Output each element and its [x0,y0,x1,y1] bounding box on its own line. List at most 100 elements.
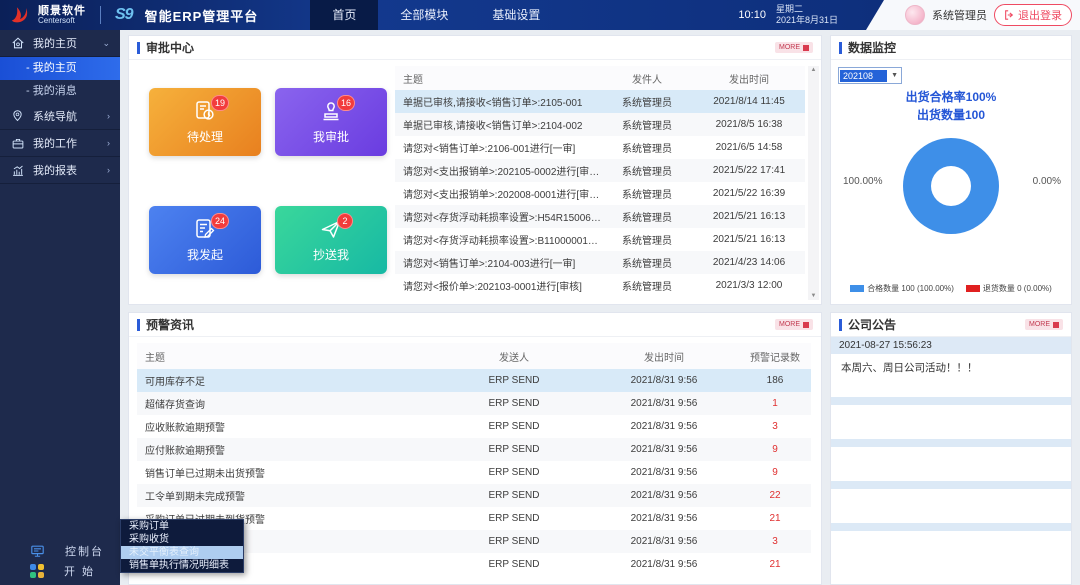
approval-row[interactable]: 请您对<报价单>:202103-0001进行[审核]系统管理员2021/3/3 … [395,274,805,297]
home-icon [10,36,25,51]
top-bar: 系统管理员 退出登录 顺景软件 Centersoft S9 智能ERP管理平台 [0,0,1080,30]
approval-row[interactable]: 请您对<支出报销单>:202105-0002进行[审核]系统管理员2021/5/… [395,159,805,182]
sidebar-item-system-nav[interactable]: 系统导航 › [0,103,120,130]
tab-home[interactable]: 首页 [310,0,378,30]
tile-my-approvals[interactable]: 16 我审批 [275,88,387,156]
more-button[interactable]: MORE [1025,319,1063,330]
tile-pending[interactable]: 19 待处理 [149,88,261,156]
bar-chart-icon [10,163,25,178]
accent-bar [839,319,842,331]
chevron-right-icon: › [107,111,110,121]
location-pin-icon [10,109,25,124]
weekday: 星期二 [776,4,803,14]
column-header: 发出时间 [589,349,739,364]
sidebar-subitem-my-messages[interactable]: - 我的消息 [0,80,120,103]
divider [100,6,101,24]
legend-swatch-blue [850,285,864,292]
legend-swatch-red [966,285,980,292]
chart-legend: 合格数量 100 (100.00%) 退货数量 0 (0.00%) [831,283,1071,294]
approval-tiles: 19 待处理 16 我审批 24 [129,60,391,304]
logout-icon [1004,10,1014,20]
panel-title: 公司公告 [848,316,896,333]
console-button[interactable]: 控制台 [0,541,120,561]
brand-name: 顺景软件 [38,5,86,17]
column-header: 发送人 [439,349,589,364]
empty-entry-strip [831,481,1071,489]
warning-row[interactable]: 超储存货查询ERP SEND2021/8/31 9:561 [137,392,811,415]
top-nav: 首页 全部模块 基础设置 [310,0,562,30]
approval-row[interactable]: 单据已审核,请接收<销售订单>:2105-001系统管理员2021/8/14 1… [395,90,805,113]
approval-row[interactable]: 请您对<支出报销单>:202008-0001进行[审核]系统管理员2021/5/… [395,182,805,205]
empty-entry-strip [831,523,1071,531]
warning-row[interactable]: 可用库存不足ERP SEND2021/8/31 9:56186 [137,369,811,392]
table-scrollbar[interactable]: ▲▼ [808,66,819,300]
warning-row[interactable]: 销售订单已过期未出货预警ERP SEND2021/8/31 9:569 [137,461,811,484]
warning-row[interactable]: 应付账款逾期预警ERP SEND2021/8/31 9:569 [137,438,811,461]
column-header: 发件人 [601,71,693,86]
sidebar-item-my-reports[interactable]: 我的报表 › [0,157,120,184]
chevron-right-icon: › [107,138,110,148]
approval-row[interactable]: 请您对<销售订单>:2106-001进行[一审]系统管理员2021/6/5 14… [395,136,805,159]
donut-hole [931,166,971,206]
tile-label: 我发起 [187,246,223,263]
column-header: 发出时间 [693,71,805,86]
period-select[interactable]: 202108 ▼ [838,67,902,84]
logo-flame-icon [8,4,32,26]
warning-row[interactable]: 工令单到期未完成预警ERP SEND2021/8/31 9:5622 [137,484,811,507]
tile-cc-to-me[interactable]: 2 抄送我 [275,206,387,274]
tab-basic-settings[interactable]: 基础设置 [470,0,562,30]
chevron-right-icon: › [107,165,110,175]
warning-row[interactable]: 应收账款逾期预警ERP SEND2021/8/31 9:563 [137,415,811,438]
start-label: 开 始 [64,563,95,579]
pass-rate: 出货合格率100% [906,90,997,104]
menu-item-purchase-receipt[interactable]: 采购收货 [121,533,243,546]
count-badge: 19 [211,95,229,111]
red-square-icon [803,322,809,328]
column-header: 预警记录数 [739,349,811,364]
more-button[interactable]: MORE [775,319,813,330]
donut-right-label: 0.00% [1033,176,1061,187]
tile-label: 抄送我 [313,246,349,263]
scroll-up-icon[interactable]: ▲ [811,67,817,73]
sidebar: 我的主页 ⌄ - 我的主页 - 我的消息 系统导航 › 我的工作 › 我的报表 … [0,30,120,585]
count-badge: 2 [337,213,353,229]
table-header-row: 主题 发送人 发出时间 预警记录数 [137,343,811,369]
logout-button[interactable]: 退出登录 [994,4,1072,26]
company-logo: 顺景软件 Centersoft S9 智能ERP管理平台 [8,4,258,26]
donut-left-label: 100.00% [843,176,882,187]
menu-item-sales-execution-report[interactable]: 销售单执行情况明细表 [121,559,243,572]
menu-item-purchase-order[interactable]: 采购订单 [121,520,243,533]
sidebar-item-my-home[interactable]: 我的主页 ⌄ [0,30,120,57]
empty-entry-strip [831,397,1071,405]
data-monitor-panel: 数据监控 202108 ▼ 出货合格率100% 出货数量100 100.00% … [830,35,1072,305]
accent-bar [137,42,140,54]
sidebar-item-label: 系统导航 [33,108,77,124]
column-header: 主题 [137,349,439,364]
start-button[interactable]: 开 始 [0,561,120,581]
scroll-down-icon[interactable]: ▼ [811,293,817,299]
platform-title: 智能ERP管理平台 [145,6,259,25]
console-label: 控制台 [65,543,104,559]
red-square-icon [803,45,809,51]
count-badge: 24 [211,213,229,229]
sidebar-item-label: 我的报表 [33,162,77,178]
sidebar-subitem-my-home[interactable]: - 我的主页 [0,57,120,80]
accent-bar [137,319,140,331]
red-square-icon [1053,322,1059,328]
more-button[interactable]: MORE [775,42,813,53]
table-header-row: 主题 发件人 发出时间 [395,66,805,90]
tile-initiated-by-me[interactable]: 24 我发起 [149,206,261,274]
approval-row[interactable]: 请您对<存货浮动耗损率设置>:H54R15006002进行[审核]系统管理员20… [395,205,805,228]
approval-row[interactable]: 单据已审核,请接收<销售订单>:2104-002系统管理员2021/8/5 16… [395,113,805,136]
user-avatar[interactable] [905,5,925,25]
sidebar-item-my-work[interactable]: 我的工作 › [0,130,120,157]
announcement-date[interactable]: 2021-08-27 15:56:23 [831,337,1071,354]
tab-all-modules[interactable]: 全部模块 [378,0,470,30]
shipment-metrics: 出货合格率100% 出货数量100 [831,88,1071,124]
sidebar-item-label: 我的工作 [33,135,77,151]
approval-row[interactable]: 请您对<存货浮动耗损率设置>:B11000001进行[审核]系统管理员2021/… [395,228,805,251]
approval-row[interactable]: 请您对<销售订单>:2104-003进行[一审]系统管理员2021/4/23 1… [395,251,805,274]
menu-item-balance-query[interactable]: 未交平衡表查询 [121,546,243,559]
start-menu-icon [30,564,44,578]
chevron-down-icon: ▼ [888,72,901,79]
